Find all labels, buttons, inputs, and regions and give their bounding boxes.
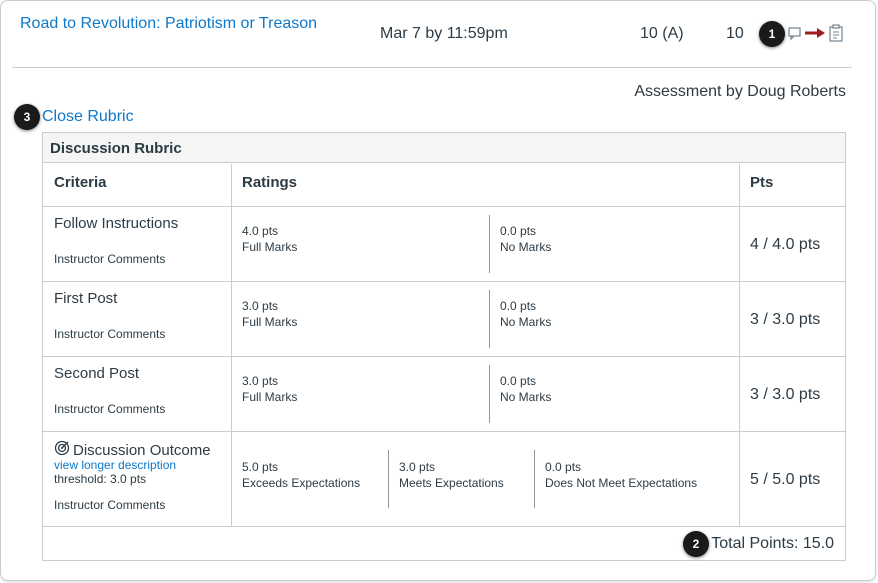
criteria-header: Criteria [54, 174, 107, 191]
threshold-label: threshold: 3.0 pts [54, 472, 147, 486]
table-row: Second Post Instructor Comments 3.0 pts F… [43, 357, 845, 432]
rating-cell: 0.0 pts Does Not Meet Expectations [545, 460, 698, 490]
pts-header: Pts [750, 174, 774, 191]
rubric-clipboard-icon[interactable] [828, 24, 844, 47]
table-row: Follow Instructions Instructor Comments … [43, 207, 845, 282]
criterion-score: 3 / 3.0 pts [750, 311, 821, 328]
callout-badge: 3 [14, 104, 40, 130]
view-longer-description-link[interactable]: view longer description [54, 458, 176, 472]
rating-cell: 3.0 pts Full Marks [242, 374, 298, 404]
rating-cell: 3.0 pts Meets Expectations [399, 460, 504, 490]
instructor-comments: Instructor Comments [54, 327, 166, 341]
close-rubric-link[interactable]: Close Rubric [42, 108, 134, 126]
assignment-title-link[interactable]: Road to Revolution: Patriotism or Treaso… [20, 15, 317, 33]
callout-badge: 1 [759, 21, 785, 47]
table-row: Discussion Outcome view longer descripti… [43, 432, 845, 527]
criterion-name: Second Post [54, 365, 140, 382]
rubric-header-row: Criteria Ratings Pts [43, 164, 845, 207]
total-points: Total Points: 15.0 [711, 535, 834, 552]
instructor-comments: Instructor Comments [54, 402, 166, 416]
rating-cell: 4.0 pts Full Marks [242, 224, 298, 254]
criterion-name: Follow Instructions [54, 215, 179, 232]
rubric-table: Discussion Rubric Criteria Ratings Pts F… [42, 132, 846, 561]
assignment-icons [788, 24, 844, 47]
rating-cell: 5.0 pts Exceeds Expectations [242, 460, 361, 490]
arrow-pointer-icon [804, 26, 826, 45]
criterion-name: First Post [54, 290, 118, 307]
criterion-score: 4 / 4.0 pts [750, 236, 821, 253]
outcome-target-icon [54, 440, 70, 460]
score: 10 (A) [640, 25, 684, 42]
instructor-comments: Instructor Comments [54, 498, 166, 512]
points-possible: 10 [726, 25, 744, 42]
divider [12, 67, 852, 68]
assessor-label: Assessment by Doug Roberts [634, 83, 846, 100]
rubric-title: Discussion Rubric [43, 133, 845, 163]
callout-badge: 2 [683, 531, 709, 557]
rating-cell: 0.0 pts No Marks [500, 374, 552, 404]
table-row: First Post Instructor Comments 3.0 pts Fu… [43, 282, 845, 357]
comment-icon[interactable] [788, 26, 802, 45]
instructor-comments: Instructor Comments [54, 252, 166, 266]
criterion-name: Discussion Outcome [54, 440, 211, 460]
criterion-score: 3 / 3.0 pts [750, 386, 821, 403]
rating-cell: 3.0 pts Full Marks [242, 299, 298, 329]
rating-cell: 0.0 pts No Marks [500, 224, 552, 254]
due-date: Mar 7 by 11:59pm [380, 25, 508, 42]
rating-cell: 0.0 pts No Marks [500, 299, 552, 329]
ratings-header: Ratings [242, 174, 298, 191]
criterion-score: 5 / 5.0 pts [750, 471, 821, 488]
